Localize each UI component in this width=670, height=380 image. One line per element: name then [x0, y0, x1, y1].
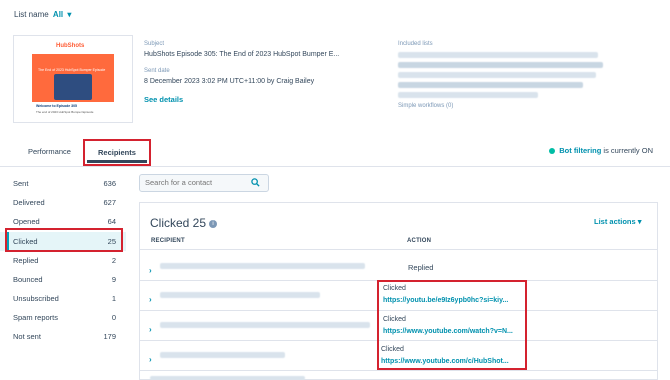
- status-dot-icon: [549, 148, 556, 155]
- recipient-name-redacted: [160, 292, 370, 298]
- recipient-name-redacted: [150, 376, 310, 380]
- sidebar-item-count: 64: [107, 217, 116, 226]
- sidebar-item-label: Opened: [13, 217, 40, 226]
- search-input[interactable]: [145, 178, 245, 187]
- sidebar-item-label: Not sent: [13, 332, 41, 341]
- panel-title-text: Clicked 25: [150, 216, 207, 230]
- table-row[interactable]: ›: [149, 319, 152, 337]
- sent-date-value: 8 December 2023 3:02 PM UTC+11:00 by Cra…: [144, 78, 315, 85]
- see-details-link[interactable]: See details: [144, 95, 183, 104]
- sidebar-item-label: Delivered: [13, 198, 45, 207]
- thumbnail-subtext: The end of 2023 HubSpot Bumper Episode: [36, 110, 94, 114]
- tab-recipients[interactable]: Recipients: [83, 139, 151, 166]
- email-preview: HubShots The End of 2023 HubSpot Bumper …: [32, 40, 114, 122]
- chevron-right-icon[interactable]: ›: [149, 266, 152, 275]
- subject-value: HubShots Episode 305: The End of 2023 Hu…: [144, 51, 340, 58]
- bot-filtering-link[interactable]: Bot filtering: [559, 146, 601, 155]
- sidebar-item-label: Bounced: [13, 275, 43, 284]
- row-action-label: Replied: [408, 263, 434, 272]
- clicked-links-highlight: [377, 280, 527, 370]
- column-header-recipient[interactable]: RECIPIENT: [151, 238, 185, 244]
- table-row[interactable]: ›: [149, 289, 152, 307]
- list-actions-button[interactable]: List actions ▾: [594, 217, 642, 226]
- sidebar-item-count: 1: [111, 294, 116, 303]
- chevron-right-icon[interactable]: ›: [149, 295, 152, 304]
- active-tab-indicator: [87, 160, 147, 163]
- tab-performance[interactable]: Performance: [28, 147, 71, 156]
- list-name-value[interactable]: All: [53, 10, 63, 19]
- header-divider: [140, 249, 657, 250]
- sent-date-label: Sent date: [144, 68, 170, 74]
- clicked-url-link[interactable]: https://www.youtube.com/c/HubShot...: [381, 358, 509, 365]
- bot-filtering-text: is currently ON: [603, 146, 653, 155]
- sidebar-item-count: 0: [111, 313, 116, 322]
- sidebar-item-count: 2: [111, 256, 116, 265]
- recipient-name-redacted: [160, 352, 290, 358]
- panel-title: Clicked 25 i: [150, 216, 218, 230]
- clicked-url-link[interactable]: https://www.youtube.com/watch?v=N...: [383, 328, 513, 335]
- recipient-filter-sidebar: Sent 636 Delivered 627 Opened 64 Clicked 25 …: [0, 174, 126, 346]
- email-thumbnail: HubShots The End of 2023 HubSpot Bumper …: [13, 35, 133, 123]
- row-action-label: Clicked: [381, 346, 404, 353]
- sidebar-item-bounced[interactable]: Bounced 9: [0, 270, 126, 289]
- search-icon[interactable]: [251, 178, 260, 189]
- contact-search[interactable]: [139, 174, 269, 192]
- recipient-name-redacted: [160, 263, 370, 269]
- subject-label: Subject: [144, 41, 165, 47]
- thumbnail-hosts-image: [54, 74, 92, 100]
- sidebar-item-label: Sent: [13, 179, 29, 188]
- column-header-action[interactable]: ACTION: [407, 238, 431, 244]
- recipient-name-redacted: [160, 322, 375, 328]
- sidebar-item-label: Replied: [13, 256, 39, 265]
- simple-workflows: Simple workflows (0): [398, 103, 454, 109]
- sidebar-item-count: 636: [103, 179, 116, 188]
- sidebar-item-label: Unsubscribed: [13, 294, 59, 303]
- list-actions-label: List actions: [594, 217, 636, 226]
- list-name-filter[interactable]: List name All ▾: [14, 10, 71, 19]
- sidebar-item-delivered[interactable]: Delivered 627: [0, 193, 126, 212]
- thumbnail-banner-text: The End of 2023 HubSpot Bumper Episode: [38, 68, 106, 72]
- tabs-divider: [0, 166, 670, 167]
- included-lists-label: Included lists: [398, 41, 433, 47]
- table-row[interactable]: ›: [149, 349, 152, 367]
- sidebar-item-spam-reports[interactable]: Spam reports 0: [0, 308, 126, 327]
- table-row[interactable]: ›: [149, 260, 152, 278]
- bot-filtering-status: Bot filtering is currently ON: [549, 146, 653, 155]
- row-action-label: Clicked: [383, 285, 406, 292]
- sidebar-item-count: 627: [103, 198, 116, 207]
- row-divider: [140, 370, 657, 371]
- clicked-highlight-box: [5, 228, 123, 252]
- chevron-right-icon[interactable]: ›: [149, 325, 152, 334]
- thumbnail-banner: The End of 2023 HubSpot Bumper Episode: [32, 54, 114, 102]
- sidebar-item-unsubscribed[interactable]: Unsubscribed 1: [0, 289, 126, 308]
- row-action-label: Clicked: [383, 316, 406, 323]
- clicked-url-link[interactable]: https://youtu.be/e9Iz6ypb0hc?si=kiy...: [383, 297, 508, 304]
- sidebar-item-count: 9: [111, 275, 116, 284]
- sidebar-item-sent[interactable]: Sent 636: [0, 174, 126, 193]
- chevron-down-icon: ▾: [635, 217, 642, 226]
- sidebar-item-count: 179: [103, 332, 116, 341]
- chevron-down-icon[interactable]: ▾: [67, 10, 71, 19]
- thumbnail-logo: HubShots: [56, 43, 85, 49]
- tab-recipients-label: Recipients: [98, 148, 136, 157]
- thumbnail-welcome: Welcome to Episode 305: [36, 104, 77, 108]
- sidebar-item-not-sent[interactable]: Not sent 179: [0, 327, 126, 346]
- sidebar-item-label: Spam reports: [13, 313, 59, 322]
- list-name-label: List name: [14, 10, 49, 19]
- sidebar-item-replied[interactable]: Replied 2: [0, 251, 126, 270]
- included-lists-values: [398, 52, 608, 98]
- chevron-right-icon[interactable]: ›: [149, 355, 152, 364]
- info-icon[interactable]: i: [209, 219, 218, 228]
